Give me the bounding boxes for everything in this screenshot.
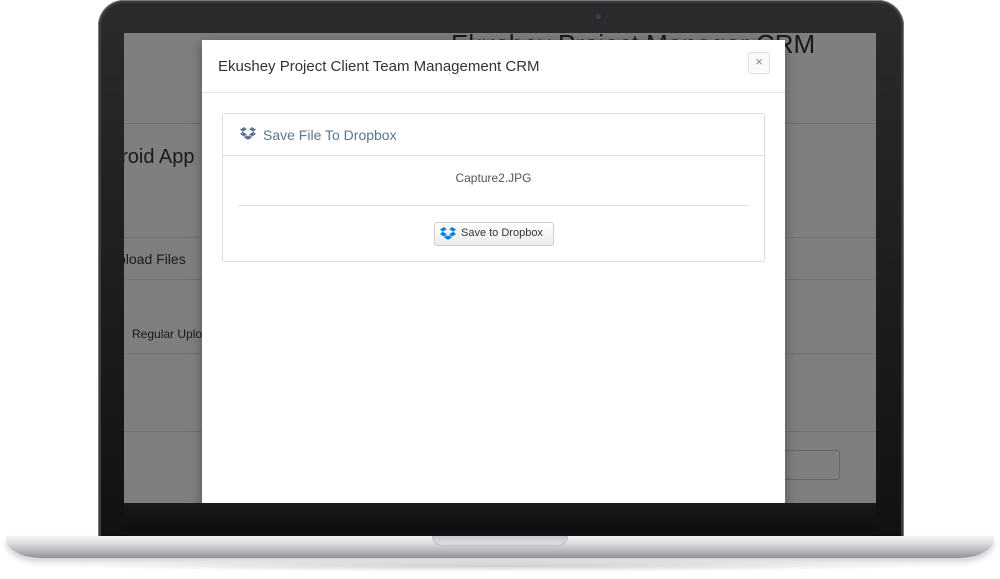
laptop-notch bbox=[432, 536, 568, 546]
camera-icon bbox=[596, 14, 601, 19]
dropbox-icon bbox=[240, 127, 256, 140]
dropbox-panel: Save File To Dropbox Capture2.JPG Save t… bbox=[222, 113, 765, 262]
laptop-shadow bbox=[60, 560, 940, 572]
save-to-dropbox-label: Save to Dropbox bbox=[461, 227, 543, 239]
laptop-screen: Ekushey Project Manager CRM droid App pl… bbox=[124, 33, 876, 503]
close-button[interactable]: × bbox=[748, 52, 770, 74]
panel-heading: Save File To Dropbox bbox=[223, 114, 764, 156]
dropbox-modal: Ekushey Project Client Team Management C… bbox=[202, 40, 785, 503]
modal-title: Ekushey Project Client Team Management C… bbox=[218, 58, 540, 75]
panel-heading-title: Save File To Dropbox bbox=[263, 127, 397, 143]
save-to-dropbox-button[interactable]: Save to Dropbox bbox=[434, 222, 554, 246]
file-name: Capture2.JPG bbox=[455, 171, 532, 185]
divider bbox=[238, 205, 749, 206]
dropbox-icon bbox=[440, 227, 456, 240]
laptop-chin bbox=[124, 503, 876, 531]
modal-header: Ekushey Project Client Team Management C… bbox=[202, 40, 785, 93]
